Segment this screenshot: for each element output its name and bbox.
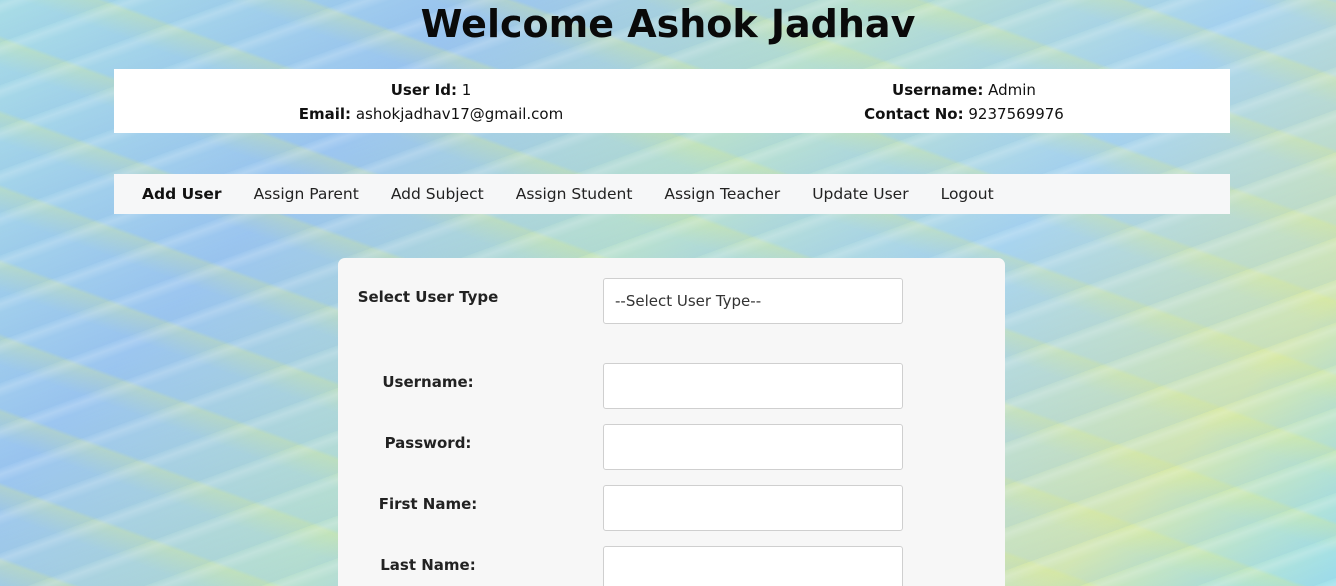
password-input[interactable]: [603, 424, 903, 470]
username-input[interactable]: [603, 363, 903, 409]
email-label: Email:: [298, 105, 352, 123]
user-info-right: Username: Admin Contact No: 9237569976: [748, 78, 1180, 126]
last-name-input[interactable]: [603, 546, 903, 586]
nav-update-user[interactable]: Update User: [796, 174, 924, 214]
nav-add-user[interactable]: Add User: [126, 174, 238, 214]
add-user-form: Select User Type --Select User Type-- Us…: [338, 258, 1005, 586]
email-value: ashokjadhav17@gmail.com: [355, 105, 564, 123]
contact-row: Contact No: 9237569976: [748, 102, 1180, 126]
page-title: Welcome Ashok Jadhav: [420, 2, 916, 46]
nav-assign-student[interactable]: Assign Student: [500, 174, 649, 214]
first-name-input[interactable]: [603, 485, 903, 531]
user-info-panel: User Id: 1 Email: ashokjadhav17@gmail.co…: [114, 69, 1230, 133]
nav-logout[interactable]: Logout: [925, 174, 1010, 214]
nav-add-subject[interactable]: Add Subject: [375, 174, 500, 214]
main-nav: Add User Assign Parent Add Subject Assig…: [114, 174, 1230, 214]
contact-label: Contact No:: [864, 105, 964, 123]
username-label: Username:: [892, 81, 984, 99]
username-field-label: Username:: [382, 373, 474, 391]
username-value: Admin: [988, 81, 1036, 99]
contact-value: 9237569976: [968, 105, 1064, 123]
password-field-label: Password:: [384, 434, 472, 452]
email-row: Email: ashokjadhav17@gmail.com: [114, 102, 748, 126]
user-type-selected: --Select User Type--: [615, 292, 762, 310]
username-row: Username: Admin: [748, 78, 1180, 102]
last-name-field-label: Last Name:: [380, 556, 476, 574]
user-id-value: 1: [461, 81, 472, 99]
nav-assign-teacher[interactable]: Assign Teacher: [648, 174, 796, 214]
user-type-select[interactable]: --Select User Type--: [603, 278, 903, 324]
user-type-label: Select User Type: [357, 288, 499, 306]
user-info-left: User Id: 1 Email: ashokjadhav17@gmail.co…: [114, 78, 748, 126]
nav-assign-parent[interactable]: Assign Parent: [238, 174, 375, 214]
user-id-row: User Id: 1: [114, 78, 748, 102]
user-id-label: User Id:: [390, 81, 457, 99]
first-name-field-label: First Name:: [378, 495, 478, 513]
